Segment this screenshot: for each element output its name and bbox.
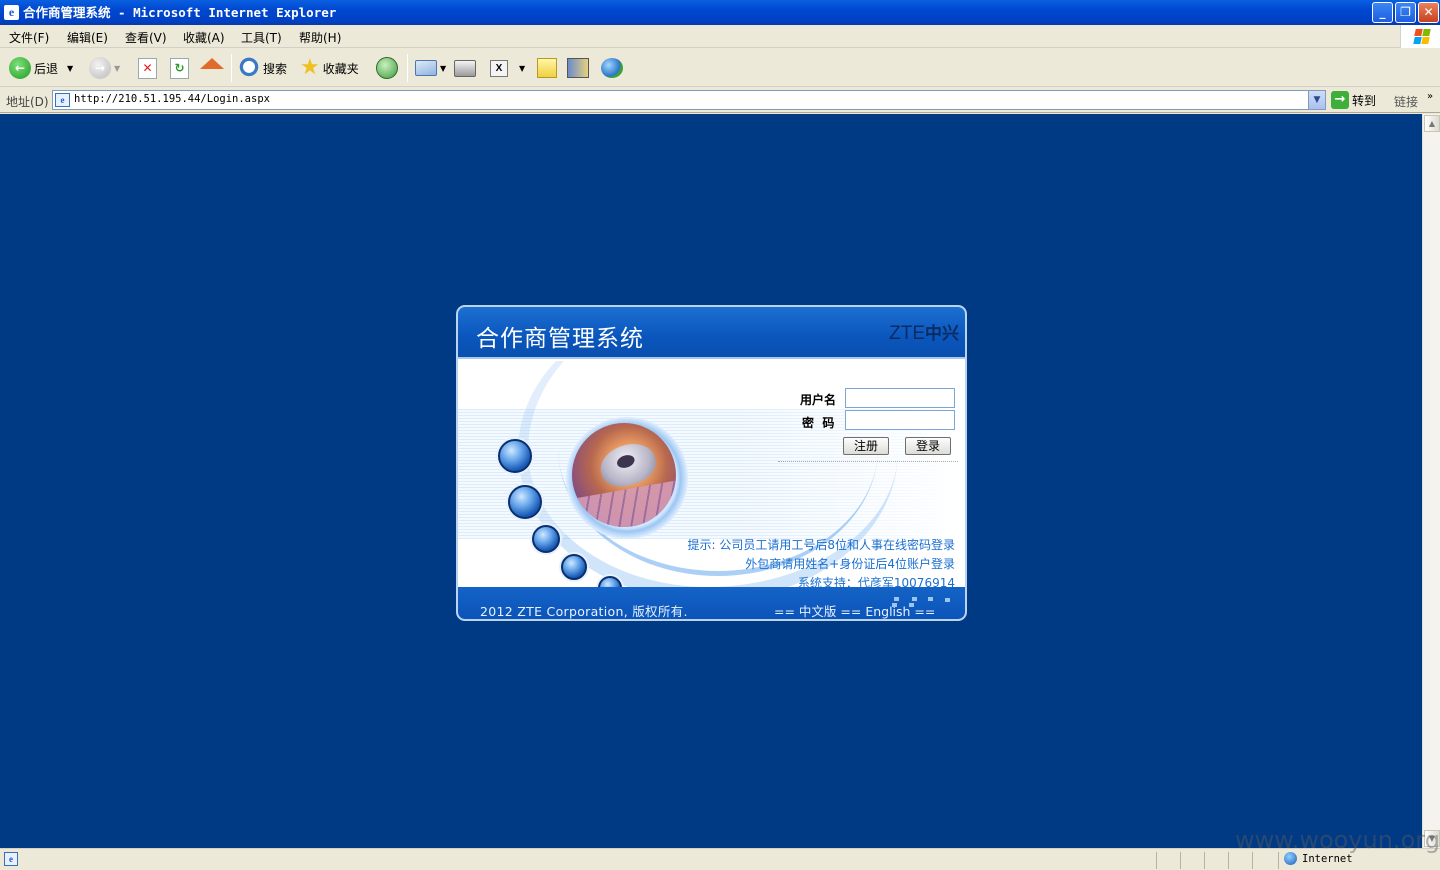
favorites-label: 收藏夹	[322, 61, 359, 76]
go-button[interactable]: → 转到	[1331, 91, 1376, 109]
mouse-keyboard-photo	[572, 423, 676, 527]
close-button[interactable]: ✕	[1418, 2, 1439, 23]
go-label: 转到	[1352, 93, 1377, 108]
edit-dropdown-icon[interactable]: ▼	[519, 64, 525, 73]
forward-button[interactable]: → ▼	[89, 55, 120, 81]
star-icon: ★	[300, 55, 320, 80]
history-icon	[376, 57, 398, 79]
mail-dropdown-icon[interactable]: ▼	[440, 64, 446, 73]
page-icon: e	[55, 93, 70, 107]
stop-button[interactable]: ✕	[138, 55, 157, 81]
zte-logo-cn: 中兴	[925, 324, 959, 343]
printer-icon	[454, 59, 476, 77]
register-button[interactable]: 注册	[843, 437, 889, 455]
login-button[interactable]: 登录	[905, 437, 951, 455]
zte-logo: ZTE中兴	[889, 324, 959, 344]
login-footer: 2012 ZTE Corporation, 版权所有. == 中文版 == En…	[458, 587, 965, 619]
address-input[interactable]: e http://210.51.195.44/Login.aspx ▼	[52, 90, 1326, 110]
copyright-text: 2012 ZTE Corporation, 版权所有.	[480, 604, 688, 619]
mail-icon	[415, 60, 437, 76]
home-button[interactable]	[200, 55, 224, 81]
print-button[interactable]	[454, 55, 476, 81]
password-label: 密 码	[802, 416, 835, 430]
back-dropdown-icon[interactable]: ▼	[67, 64, 73, 73]
back-arrow-icon: ←	[9, 57, 31, 79]
menu-file[interactable]: 文件(F)	[9, 29, 49, 46]
login-body: 用户名 密 码 注册 登录 提示: 公司员工请用工号后8位和人事在线密码登录 外…	[458, 361, 965, 587]
go-arrow-icon: →	[1331, 91, 1349, 109]
minimize-button[interactable]: _	[1372, 2, 1393, 23]
messenger-button[interactable]	[601, 55, 623, 81]
username-label: 用户名	[800, 393, 837, 407]
stop-icon: ✕	[138, 57, 157, 79]
tip-line-2: 外包商请用姓名+身份证后4位账户登录	[745, 557, 955, 571]
address-dropdown-icon[interactable]: ▼	[1308, 91, 1325, 109]
back-label: 后退	[34, 61, 59, 76]
address-bar: 地址(D) e http://210.51.195.44/Login.aspx …	[0, 88, 1440, 113]
bubble-icon	[532, 525, 560, 553]
menu-tools[interactable]: 工具(T)	[241, 29, 282, 46]
search-label: 搜索	[263, 61, 288, 76]
back-button[interactable]: ← 后退 ▼	[9, 55, 73, 81]
research-button[interactable]	[567, 55, 589, 81]
zone-label: Internet	[1302, 852, 1353, 865]
favorites-button[interactable]: ★ 收藏夹	[300, 55, 359, 81]
refresh-button[interactable]: ↻	[170, 55, 189, 81]
toolbar-separator	[231, 54, 232, 82]
toolbar: ← 后退 ▼ → ▼ ✕ ↻ 搜索 ★ 收藏夹 ▼ X ▼	[0, 49, 1440, 87]
address-label: 地址(D)	[6, 95, 49, 109]
window-title: 合作商管理系统 - Microsoft Internet Explorer	[23, 5, 337, 20]
zte-logo-text: ZTE	[889, 323, 925, 344]
mail-button[interactable]: ▼	[415, 55, 446, 81]
page-content: 合作商管理系统 ZTE中兴 用户名 密 码 注册 登录 提示: 公司员工请用工号…	[0, 114, 1422, 848]
dotted-divider	[778, 461, 958, 462]
menu-favorites[interactable]: 收藏(A)	[183, 29, 225, 46]
bubble-icon	[508, 485, 542, 519]
links-chevron-icon[interactable]: »	[1427, 91, 1433, 102]
search-button[interactable]: 搜索	[238, 55, 287, 81]
refresh-icon: ↻	[170, 57, 189, 79]
menu-view[interactable]: 查看(V)	[125, 29, 167, 46]
edit-button[interactable]: X ▼	[490, 55, 525, 81]
tip-line-1: 提示: 公司员工请用工号后8位和人事在线密码登录	[687, 538, 956, 552]
bubble-icon	[498, 439, 532, 473]
menu-help[interactable]: 帮助(H)	[299, 29, 341, 46]
page-status-icon: e	[4, 852, 18, 866]
forward-arrow-icon: →	[89, 57, 111, 79]
title-bar: e 合作商管理系统 - Microsoft Internet Explorer …	[0, 0, 1440, 25]
tip-line-3: 系统支持：代彦军10076914	[797, 576, 955, 587]
forward-dropdown-icon[interactable]: ▼	[114, 64, 120, 73]
address-url[interactable]: http://210.51.195.44/Login.aspx	[74, 93, 270, 105]
bubble-icon	[561, 554, 587, 580]
scroll-up-icon[interactable]: ▲	[1424, 115, 1440, 132]
note-icon	[537, 58, 557, 78]
username-input[interactable]	[845, 388, 955, 408]
toolbar-separator	[407, 54, 408, 82]
watermark: www.wooyun.org	[1235, 826, 1440, 854]
login-panel: 合作商管理系统 ZTE中兴 用户名 密 码 注册 登录 提示: 公司员工请用工号…	[456, 305, 967, 621]
discuss-button[interactable]	[537, 55, 557, 81]
history-button[interactable]	[376, 55, 398, 81]
messenger-icon	[601, 58, 623, 78]
menu-bar: 文件(F) 编辑(E) 查看(V) 收藏(A) 工具(T) 帮助(H)	[0, 25, 1440, 48]
vertical-scrollbar[interactable]: ▲ ▼	[1422, 114, 1440, 848]
menu-edit[interactable]: 编辑(E)	[67, 29, 108, 46]
password-input[interactable]	[845, 410, 955, 430]
maximize-button[interactable]: ❐	[1395, 2, 1416, 23]
login-header: 合作商管理系统 ZTE中兴	[458, 307, 965, 359]
home-icon	[200, 57, 224, 69]
ie-icon: e	[4, 5, 19, 20]
search-icon	[238, 57, 260, 79]
status-bar: e Internet	[0, 848, 1440, 870]
system-title: 合作商管理系统	[476, 326, 644, 352]
links-button[interactable]: 链接	[1394, 93, 1418, 110]
windows-logo-icon	[1400, 25, 1440, 48]
research-icon	[567, 58, 589, 78]
edit-icon: X	[490, 59, 508, 77]
